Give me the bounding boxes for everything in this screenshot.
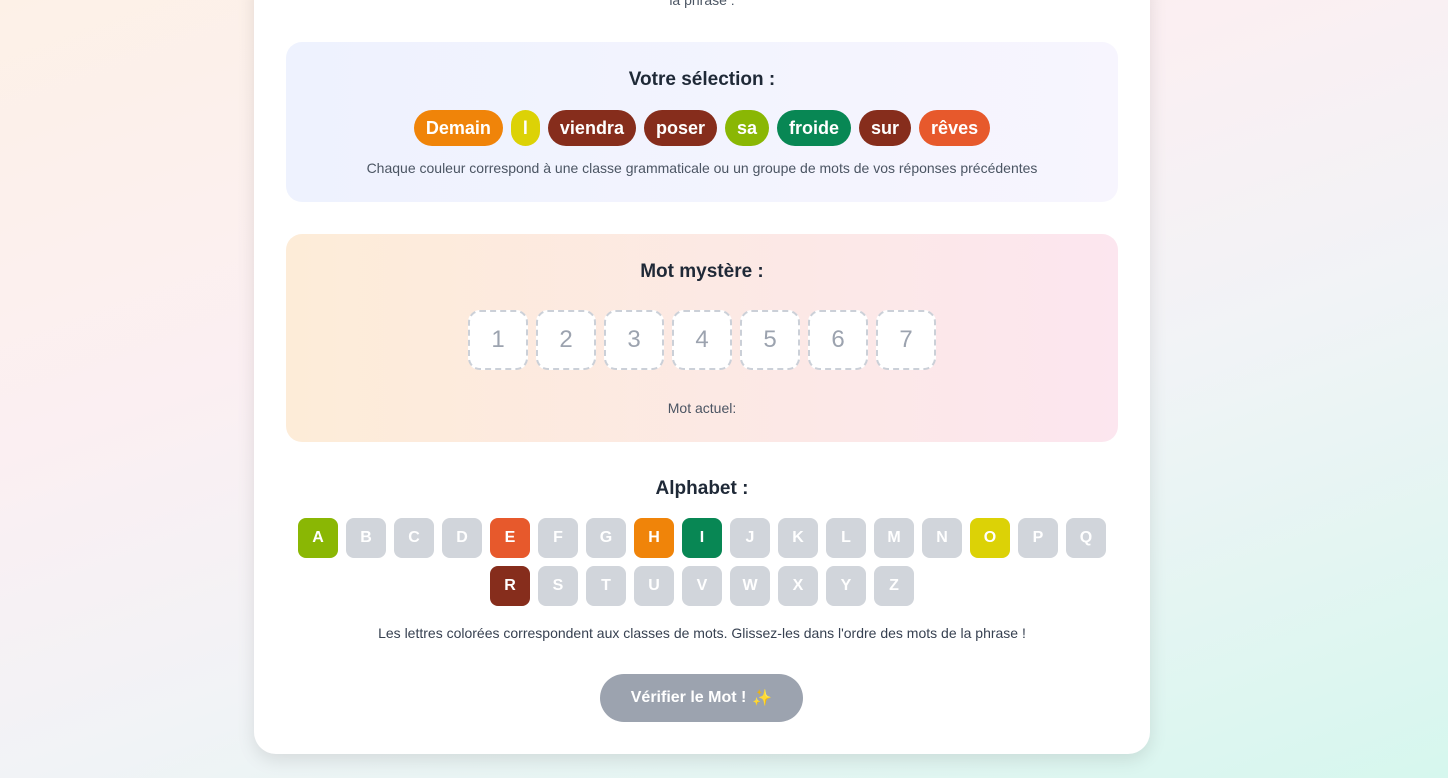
word-chip: froide (777, 110, 852, 146)
letter-slot[interactable]: 6 (808, 310, 868, 370)
letter-slot[interactable]: 3 (604, 310, 664, 370)
sentence-partial-text: la phrase : (669, 0, 735, 8)
sparkles-icon: ✨ (752, 690, 773, 707)
letter-tile-e[interactable]: E (490, 518, 530, 558)
letter-tile-q[interactable]: Q (1066, 518, 1106, 558)
word-chip: rêves (919, 110, 991, 146)
letter-tile-r[interactable]: R (490, 566, 530, 606)
letter-slot[interactable]: 2 (536, 310, 596, 370)
word-chip: sa (724, 110, 770, 146)
letter-tile-a[interactable]: A (298, 518, 338, 558)
letter-tile-m[interactable]: M (874, 518, 914, 558)
verify-button-label: Vérifier le Mot ! (630, 689, 747, 706)
letter-tile-y[interactable]: Y (826, 566, 866, 606)
selection-note: Chaque couleur correspond à une classe g… (366, 160, 1038, 176)
letter-tile-b[interactable]: B (346, 518, 386, 558)
verify-word-button[interactable]: Vérifier le Mot ! ✨ (600, 674, 803, 722)
letter-tile-u[interactable]: U (634, 566, 674, 606)
word-chip: Demain (413, 110, 503, 146)
current-word-label: Mot actuel: (667, 400, 737, 416)
letter-slot[interactable]: 1 (468, 310, 528, 370)
letter-slot[interactable]: 7 (876, 310, 936, 370)
game-card: la phrase : Votre sélection : Demain l vie… (254, 0, 1150, 754)
letter-tile-n[interactable]: N (922, 518, 962, 558)
letter-tile-j[interactable]: J (730, 518, 770, 558)
mystery-title: Mot mystère : (640, 261, 764, 282)
letter-tile-i[interactable]: I (682, 518, 722, 558)
word-chip: sur (859, 110, 912, 146)
mystery-panel: Mot mystère : 1234567 Mot actuel: (286, 234, 1118, 442)
selection-word-list: Demain l viendra poser sa froide sur rêves (286, 110, 1118, 146)
letter-tile-h[interactable]: H (634, 518, 674, 558)
selection-panel: Votre sélection : Demain l viendra poser sa f… (286, 42, 1118, 202)
word-chip: l (510, 110, 540, 146)
alphabet-title: Alphabet : (655, 478, 749, 499)
word-chip: viendra (547, 110, 636, 146)
word-chip: poser (643, 110, 717, 146)
letter-tile-d[interactable]: D (442, 518, 482, 558)
alphabet-grid: ABCDEFGHIJKLMNOPQ RSTUVWXYZ (294, 518, 1110, 606)
letter-tile-v[interactable]: V (682, 566, 722, 606)
letter-tile-s[interactable]: S (538, 566, 578, 606)
letter-tile-t[interactable]: T (586, 566, 626, 606)
letter-slot[interactable]: 5 (740, 310, 800, 370)
letter-tile-g[interactable]: G (586, 518, 626, 558)
letter-tile-p[interactable]: P (1018, 518, 1058, 558)
letter-tile-z[interactable]: Z (874, 566, 914, 606)
letter-tile-l[interactable]: L (826, 518, 866, 558)
alphabet-note: Les lettres colorées correspondent aux c… (378, 625, 1026, 641)
letter-tile-x[interactable]: X (778, 566, 818, 606)
letter-tile-w[interactable]: W (730, 566, 770, 606)
letter-slot[interactable]: 4 (672, 310, 732, 370)
letter-tile-k[interactable]: K (778, 518, 818, 558)
letter-tile-o[interactable]: O (970, 518, 1010, 558)
mystery-slot-row: 1234567 (286, 310, 1118, 370)
letter-tile-f[interactable]: F (538, 518, 578, 558)
selection-title: Votre sélection : (628, 69, 776, 90)
letter-tile-c[interactable]: C (394, 518, 434, 558)
